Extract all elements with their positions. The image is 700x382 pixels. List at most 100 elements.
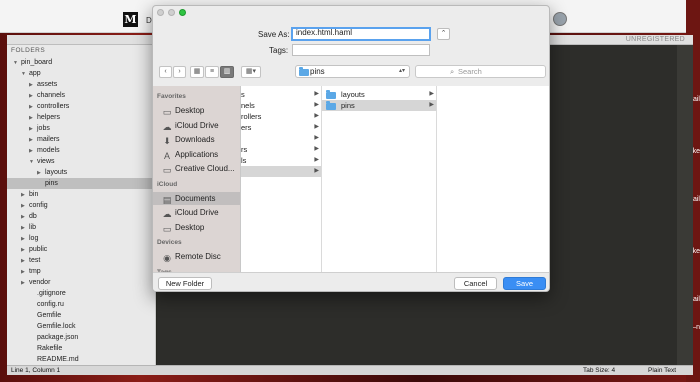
dialog-footer: New Folder Cancel Save <box>153 272 549 291</box>
tab-size[interactable]: Tab Size: 4 <box>583 366 615 376</box>
tree-item[interactable]: ▼ app <box>7 68 41 79</box>
tree-item[interactable]: ▶ jobs <box>7 123 50 134</box>
column-row[interactable]: ers ▶ <box>241 122 321 133</box>
tree-item[interactable]: ▶ tmp <box>7 266 41 277</box>
sidebar-item-label: Creative Cloud... <box>175 164 235 173</box>
column-row[interactable]: layouts ▶ <box>322 89 436 100</box>
desk-frag: ke <box>692 148 700 155</box>
tree-item[interactable]: ▶ bin <box>7 189 38 200</box>
sidebar-item[interactable]: ▤ Documents <box>153 191 240 205</box>
column-view-button[interactable]: ▥ <box>220 66 234 78</box>
tree-item[interactable]: package.json <box>7 332 78 343</box>
column-row-label: nels <box>241 101 255 110</box>
tree-item-label: test <box>29 257 41 264</box>
tags-label: Tags: <box>269 46 289 55</box>
column-row[interactable]: nels ▶ <box>241 100 321 111</box>
sidebar-item-label: Remote Disc <box>175 252 221 261</box>
new-folder-button[interactable]: New Folder <box>158 277 212 290</box>
tree-item-label: lib <box>29 224 37 231</box>
sidebar-item[interactable]: ☁ iCloud Drive <box>153 119 240 132</box>
tree-item[interactable]: ▶ controllers <box>7 101 69 112</box>
zoom-icon[interactable] <box>179 9 186 16</box>
column-row-label: rollers <box>241 112 262 121</box>
avatar[interactable] <box>553 12 567 26</box>
tree-item-label: .gitignore <box>37 290 66 297</box>
column-row[interactable]: rollers ▶ <box>241 111 321 122</box>
sidebar-item[interactable]: ◉ Remote Disc <box>153 250 240 263</box>
save-button[interactable]: Save <box>503 277 546 290</box>
sidebar-item-icon: ☁ <box>162 209 172 219</box>
sidebar-item[interactable]: ▭ Desktop <box>153 221 240 234</box>
tree-item[interactable]: .gitignore <box>7 288 66 299</box>
sidebar-item[interactable]: A Applications <box>153 148 240 161</box>
column-row[interactable]: ▶ <box>241 133 321 144</box>
location-popup[interactable]: pins ▴▾ <box>295 65 410 78</box>
tree-item[interactable]: ▼ views <box>7 156 55 167</box>
search-field[interactable]: ⌕ Search <box>415 65 546 78</box>
tree-item-label: models <box>37 147 60 154</box>
search-icon: ⌕ <box>450 67 455 76</box>
arrange-menu-button[interactable]: ▦▾ <box>241 66 261 78</box>
column-row[interactable]: ▶ <box>241 166 321 177</box>
medium-logo[interactable]: M <box>123 12 138 27</box>
column-row[interactable]: rs ▶ <box>241 144 321 155</box>
tags-field[interactable] <box>292 44 430 56</box>
tree-item[interactable]: ▶ channels <box>7 90 65 101</box>
column-row[interactable]: pins ▶ <box>322 100 436 111</box>
sidebar-item-label: Desktop <box>175 222 205 232</box>
expand-dialog-button[interactable]: ⌃ <box>437 28 450 40</box>
back-button[interactable]: ‹ <box>159 66 172 78</box>
sidebar-item[interactable]: ▭ Desktop <box>153 104 240 117</box>
folder-icon <box>299 67 309 76</box>
sidebar-item[interactable]: ⬇ Downloads <box>153 133 240 146</box>
tree-item-label: pins <box>45 180 58 187</box>
forward-button[interactable]: › <box>173 66 186 78</box>
list-view-button[interactable]: ≡ <box>205 66 219 78</box>
folders-sidebar: FOLDERS ▼ pin_board ▼ app ▶ assets ▶ channels ▶ c… <box>7 45 156 365</box>
syntax-mode[interactable]: Plain Text <box>648 366 676 376</box>
filename-field[interactable]: index.html.haml <box>291 27 431 41</box>
tree-item[interactable]: ▶ mailers <box>7 134 60 145</box>
chevron-right-icon: ▶ <box>314 113 319 119</box>
tree-item[interactable]: ▶ models <box>7 145 60 156</box>
tree-item[interactable]: ▶ assets <box>7 79 57 90</box>
tree-item-label: public <box>29 246 48 253</box>
tree-item-label: assets <box>37 81 58 88</box>
icon-view-button[interactable]: ▦ <box>190 66 204 78</box>
tree-item[interactable]: ▶ layouts <box>7 167 67 178</box>
tree-item-label: db <box>29 213 37 220</box>
minimap[interactable] <box>677 45 693 365</box>
tree-item[interactable]: ▶ lib <box>7 222 36 233</box>
tree-item[interactable]: config.ru <box>7 299 64 310</box>
column-row-label: pins <box>341 101 355 110</box>
tree-item[interactable]: Gemfile.lock <box>7 321 76 332</box>
tree-item[interactable]: Rakefile <box>7 343 62 354</box>
tree-item[interactable]: ▶ helpers <box>7 112 60 123</box>
folder-icon <box>326 89 336 99</box>
tree-item[interactable]: Gemfile <box>7 310 61 321</box>
tree-item[interactable]: pins <box>7 178 155 189</box>
tree-item-label: Rakefile <box>37 345 63 352</box>
tree-item[interactable]: ▶ db <box>7 211 37 222</box>
tree-item[interactable]: ▶ config <box>7 200 48 211</box>
tree-item[interactable]: ▶ log <box>7 233 38 244</box>
sidebar-item-label: Desktop <box>175 106 205 115</box>
browser-column-2: layouts ▶ pins ▶ <box>322 86 437 272</box>
dialog-sidebar: Favorites ▭ Desktop ☁ iCloud Drive ⬇ Downloads… <box>153 86 241 272</box>
column-row[interactable]: ls ▶ <box>241 155 321 166</box>
tree-item[interactable]: ▶ public <box>7 244 47 255</box>
sidebar-item[interactable]: ☁ iCloud Drive <box>153 206 240 219</box>
close-icon[interactable] <box>157 9 164 16</box>
tree-item[interactable]: ▶ test <box>7 255 40 266</box>
status-bar: Line 1, Column 1 Tab Size: 4 Plain Text <box>7 365 693 375</box>
tree-item[interactable]: ▶ vendor <box>7 277 50 288</box>
desk-frag: ail <box>692 296 700 303</box>
sidebar-item[interactable]: ▭ Creative Cloud... <box>153 162 240 175</box>
minimize-icon[interactable] <box>168 9 175 16</box>
tree-item-label: layouts <box>45 169 68 176</box>
browser-column-3 <box>437 86 549 272</box>
tree-item[interactable]: README.md <box>7 354 79 365</box>
column-row[interactable]: s ▶ <box>241 89 321 100</box>
tree-item[interactable]: ▼ pin_board <box>7 57 52 68</box>
cancel-button[interactable]: Cancel <box>454 277 497 290</box>
